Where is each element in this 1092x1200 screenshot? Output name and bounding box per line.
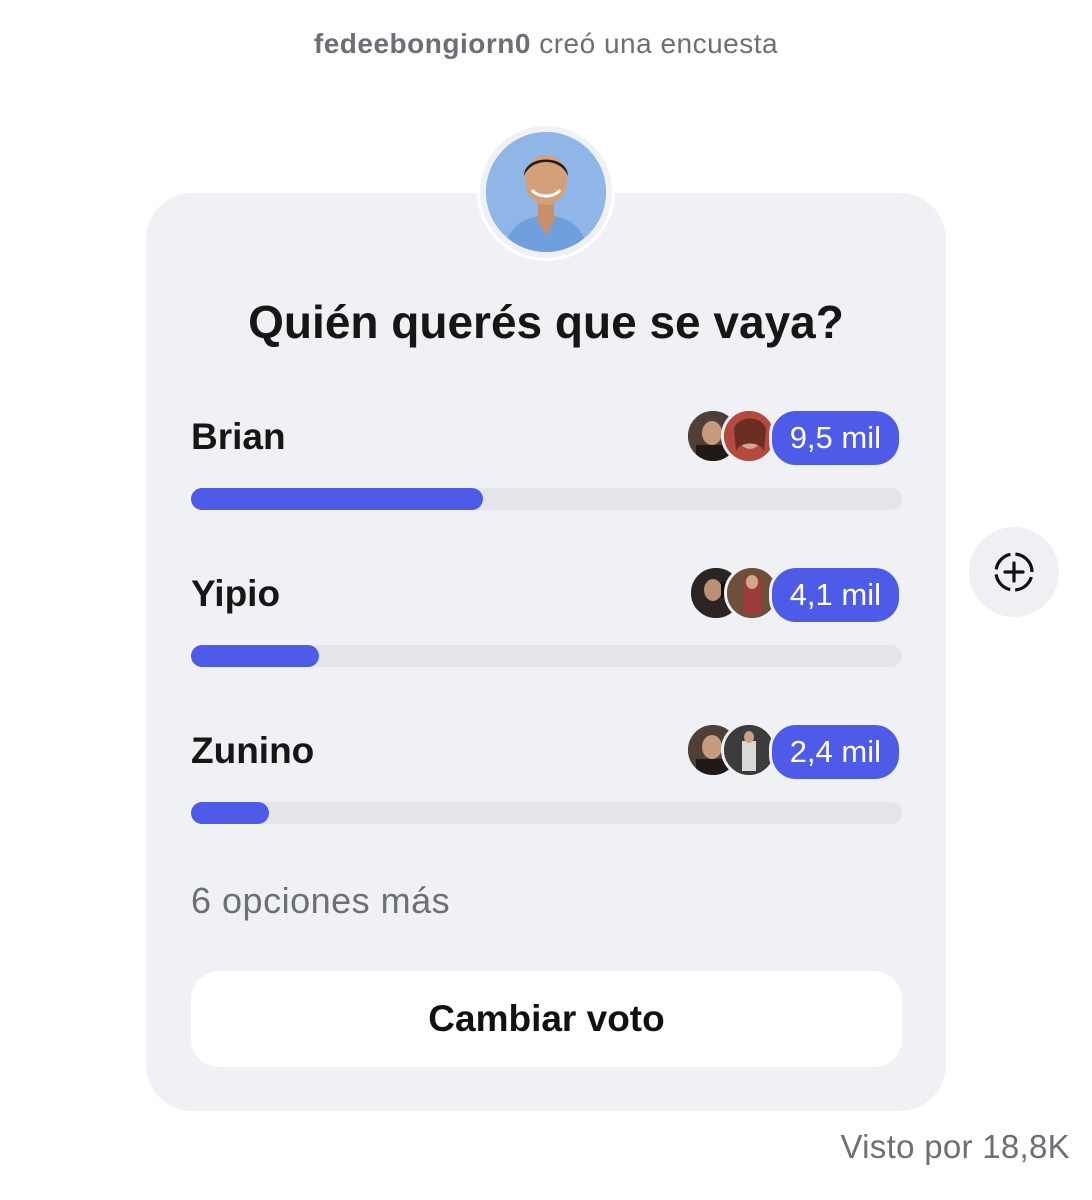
vote-progress-track (191, 488, 902, 510)
poll-option-label: Yipio (191, 573, 281, 614)
creator-username[interactable]: fedeebongiorn0 (314, 28, 531, 59)
voter-avatars[interactable] (685, 722, 777, 778)
poll-option-label: Zunino (191, 730, 315, 771)
change-vote-button[interactable]: Cambiar voto (191, 971, 902, 1067)
creator-action-text: creó una encuesta (530, 28, 779, 59)
creator-avatar[interactable] (480, 126, 612, 258)
voter-avatars[interactable] (688, 565, 780, 621)
vote-progress-fill (191, 802, 270, 824)
vote-count-badge[interactable]: 9,5 mil (768, 408, 902, 468)
more-options-link[interactable]: 6 opciones más (191, 880, 450, 922)
poll-option[interactable]: Zunino 2,4 mil (191, 722, 902, 826)
poll-creator-line: fedeebongiorn0 creó una encuesta (0, 28, 1092, 60)
vote-progress-fill (191, 488, 483, 510)
seen-by-count[interactable]: Visto por 18,8K (840, 1128, 1070, 1166)
creator-avatar-image (486, 132, 606, 252)
vote-progress-track (191, 645, 902, 667)
poll-option-label: Brian (191, 416, 286, 457)
vote-progress-fill (191, 645, 319, 667)
poll-option[interactable]: Yipio 4,1 mil (191, 565, 902, 669)
poll-option[interactable]: Brian 9,5 mil (191, 408, 902, 512)
vote-progress-track (191, 802, 902, 824)
poll-question: Quién querés que se vaya? (248, 296, 844, 348)
vote-count-badge[interactable]: 2,4 mil (768, 722, 902, 782)
vote-count-badge[interactable]: 4,1 mil (768, 565, 902, 625)
voter-avatars[interactable] (685, 408, 777, 464)
add-to-story-button[interactable] (969, 527, 1059, 617)
